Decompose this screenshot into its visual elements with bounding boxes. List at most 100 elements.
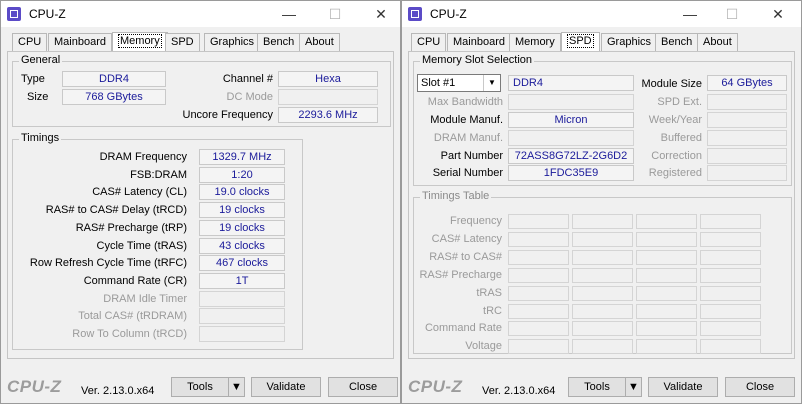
timing-label: Command Rate (CR) bbox=[83, 274, 187, 287]
tab-bench[interactable]: Bench bbox=[655, 33, 699, 51]
timings-table-cell bbox=[700, 231, 761, 247]
timings-table-label: tRC bbox=[483, 304, 502, 317]
dram-manuf-label: DRAM Manuf. bbox=[433, 132, 503, 144]
memory-type-value: DDR4 bbox=[508, 75, 634, 91]
correction-label: Correction bbox=[651, 150, 702, 162]
timing-value: 19.0 clocks bbox=[199, 184, 285, 201]
minimize-icon[interactable]: — bbox=[269, 3, 309, 25]
tab-mainboard[interactable]: Mainboard bbox=[447, 33, 511, 51]
spd-panel: Memory Slot Selection Slot #1 ▼ DDR4 Mod… bbox=[408, 51, 795, 359]
minimize-icon[interactable]: — bbox=[670, 3, 710, 25]
timings-table-cell bbox=[508, 339, 569, 355]
size-value: 768 GBytes bbox=[62, 89, 166, 105]
timings-table-label: Command Rate bbox=[424, 322, 502, 335]
timings-table-cell bbox=[700, 339, 761, 355]
timings-table-cell bbox=[508, 231, 569, 247]
timings-table-label: Frequency bbox=[450, 215, 502, 227]
tab-bench[interactable]: Bench bbox=[257, 33, 301, 51]
week-year-label: Week/Year bbox=[648, 114, 702, 126]
timings-group-title: Timings bbox=[19, 132, 62, 144]
tools-dropdown-button[interactable]: ▼ bbox=[228, 377, 245, 397]
cpuz-logo: CPU-Z bbox=[7, 377, 62, 396]
title-bar[interactable]: CPU-Z — ☐ ✕ bbox=[1, 1, 400, 27]
timings-table-cell bbox=[700, 267, 761, 283]
tab-spd[interactable]: SPD bbox=[165, 33, 200, 51]
timings-table-cell bbox=[636, 339, 697, 355]
dcmode-value bbox=[278, 89, 378, 105]
tab-graphics[interactable]: Graphics bbox=[601, 33, 658, 51]
close-icon[interactable]: ✕ bbox=[758, 3, 798, 25]
timings-table-cell bbox=[700, 249, 761, 265]
tools-button[interactable]: Tools bbox=[171, 377, 229, 397]
timing-label: DRAM Frequency bbox=[99, 151, 187, 163]
close-button[interactable]: Close bbox=[725, 377, 795, 397]
tab-memory-label: Memory bbox=[118, 34, 162, 48]
timing-label: Row Refresh Cycle Time (tRFC) bbox=[29, 257, 187, 270]
window-title: CPU-Z bbox=[430, 7, 467, 21]
timings-table-cell bbox=[700, 303, 761, 319]
tab-memory[interactable]: Memory bbox=[509, 33, 561, 51]
buffered-value bbox=[707, 130, 787, 146]
timings-table-cell bbox=[508, 321, 569, 337]
tab-about[interactable]: About bbox=[299, 33, 340, 51]
module-manuf-label: Module Manuf. bbox=[430, 114, 503, 126]
tab-cpu[interactable]: CPU bbox=[411, 33, 447, 51]
tab-memory[interactable]: Memory bbox=[112, 32, 168, 52]
chevron-down-icon: ▼ bbox=[231, 381, 242, 393]
slot-select[interactable]: Slot #1 ▼ bbox=[417, 74, 501, 92]
part-number-value: 72ASS8G72LZ-2G6D2 bbox=[508, 148, 634, 164]
tab-graphics[interactable]: Graphics bbox=[204, 33, 261, 51]
tab-about[interactable]: About bbox=[697, 33, 738, 51]
maximize-icon[interactable]: ☐ bbox=[315, 3, 355, 25]
timing-label: RAS# Precharge (tRP) bbox=[75, 221, 187, 234]
channel-value: Hexa bbox=[278, 71, 378, 87]
part-number-label: Part Number bbox=[440, 150, 503, 162]
chevron-down-icon[interactable]: ▼ bbox=[483, 75, 500, 91]
max-bandwidth-label: Max Bandwidth bbox=[427, 96, 503, 108]
tab-spd-label: SPD bbox=[567, 34, 594, 48]
cpuz-logo: CPU-Z bbox=[408, 377, 463, 396]
timings-table-title: Timings Table bbox=[420, 190, 492, 202]
timing-value: 19 clocks bbox=[199, 202, 285, 219]
tab-cpu[interactable]: CPU bbox=[12, 33, 48, 51]
uncore-frequency-value: 2293.6 MHz bbox=[278, 107, 378, 123]
timings-group: Timings DRAM Frequency 1329.7 MHz FSB:DRAM… bbox=[12, 132, 303, 350]
validate-button[interactable]: Validate bbox=[648, 377, 718, 397]
timing-value: 43 clocks bbox=[199, 237, 285, 254]
close-button[interactable]: Close bbox=[328, 377, 398, 397]
validate-button[interactable]: Validate bbox=[251, 377, 321, 397]
dram-manuf-value bbox=[508, 130, 634, 146]
channel-label: Channel # bbox=[222, 73, 273, 85]
tools-button[interactable]: Tools bbox=[568, 377, 626, 397]
type-label: Type bbox=[21, 73, 45, 85]
module-size-label: Module Size bbox=[641, 78, 702, 90]
timing-label: Row To Column (tRCD) bbox=[72, 328, 187, 340]
timings-table-cell bbox=[700, 214, 761, 229]
correction-value bbox=[707, 148, 787, 164]
chevron-down-icon: ▼ bbox=[628, 381, 639, 393]
memory-slot-selection-group: Memory Slot Selection Slot #1 ▼ DDR4 Mod… bbox=[413, 54, 792, 186]
timings-table-cell bbox=[636, 285, 697, 301]
timings-table-cell bbox=[572, 231, 633, 247]
timings-table-label: RAS# to CAS# bbox=[429, 250, 502, 263]
timings-table-label: tRAS bbox=[476, 286, 502, 299]
timings-table-cell bbox=[572, 214, 633, 229]
close-icon[interactable]: ✕ bbox=[361, 3, 401, 25]
cpuz-app-icon bbox=[408, 7, 422, 21]
title-bar[interactable]: CPU-Z — ☐ ✕ bbox=[402, 1, 801, 27]
tab-mainboard[interactable]: Mainboard bbox=[48, 33, 112, 51]
timings-table-cell bbox=[572, 303, 633, 319]
timing-label: DRAM Idle Timer bbox=[103, 292, 187, 305]
registered-label: Registered bbox=[648, 167, 702, 179]
version-text: Ver. 2.13.0.x64 bbox=[482, 385, 556, 397]
type-value: DDR4 bbox=[62, 71, 166, 87]
tools-dropdown-button[interactable]: ▼ bbox=[625, 377, 642, 397]
timing-value bbox=[199, 290, 285, 307]
timing-value: 1T bbox=[199, 272, 285, 289]
maximize-icon[interactable]: ☐ bbox=[712, 3, 752, 25]
tab-spd[interactable]: SPD bbox=[561, 32, 600, 52]
timings-table-cell bbox=[700, 285, 761, 301]
timing-value bbox=[199, 326, 285, 342]
timings-table-cell bbox=[636, 214, 697, 229]
serial-number-label: Serial Number bbox=[432, 167, 503, 179]
